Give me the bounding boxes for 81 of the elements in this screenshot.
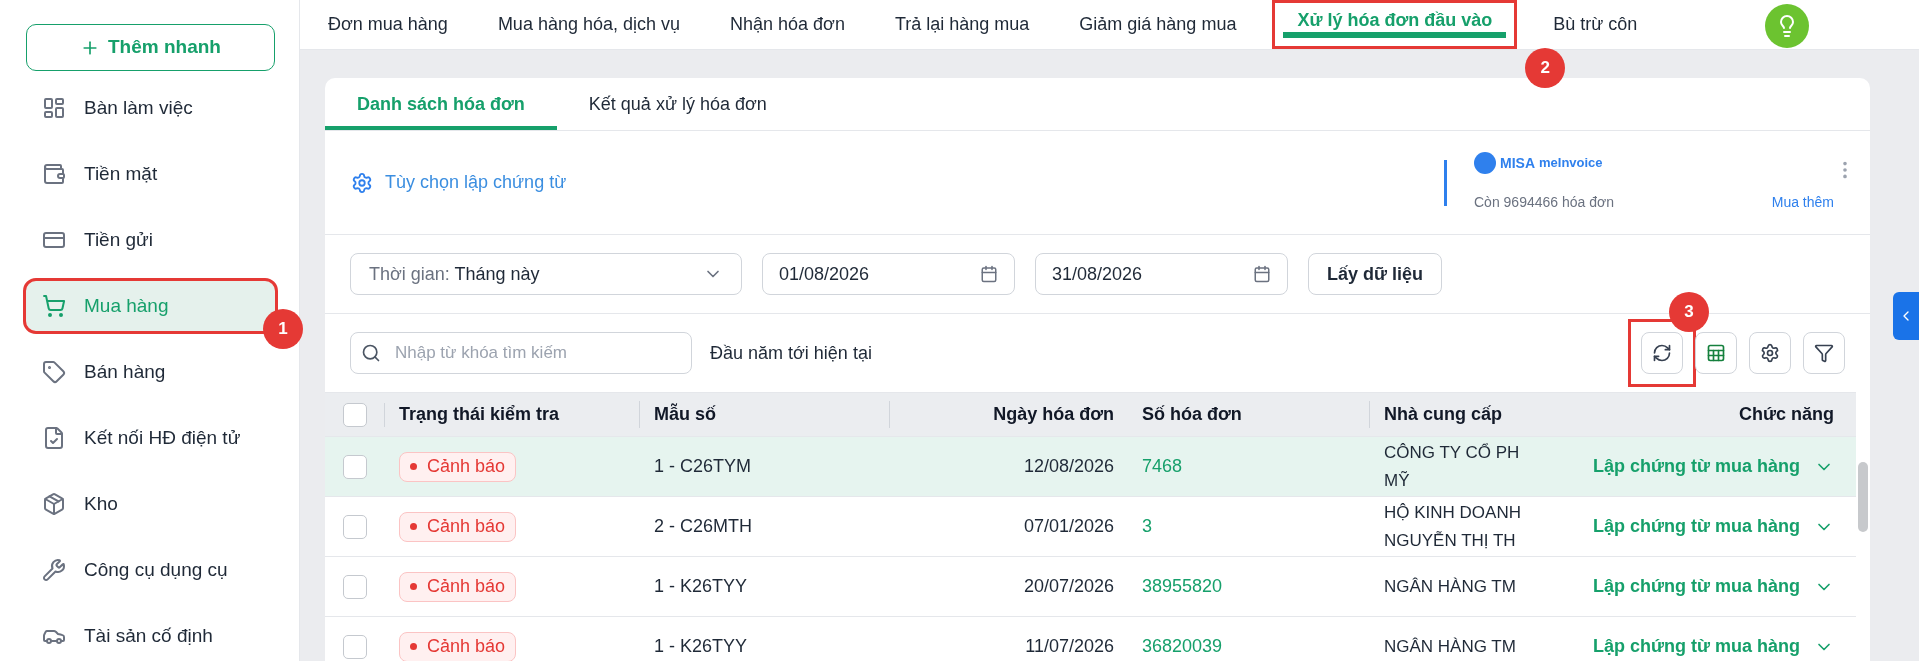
nav-tab[interactable]: Trả lại hàng mua [880, 0, 1044, 49]
buy-more-link[interactable]: Mua thêm [1771, 192, 1834, 213]
lightbulb-icon[interactable] [1765, 4, 1809, 48]
callout-badge: 3 [1669, 292, 1709, 332]
table-cell-text: NGÂN HÀNG TM [1383, 635, 1517, 658]
column-header: Mẫu số [640, 401, 890, 428]
refresh-button[interactable] [1641, 332, 1683, 374]
box-icon [42, 492, 66, 516]
table-cell-text: 11/07/2026 [1024, 635, 1115, 658]
table-cell-text: NGÂN HÀNG TM [1383, 575, 1517, 598]
table-row[interactable]: Cảnh báo 1 - C26TYM 12/08/2026 7468 CÔNG TY CỔ PH MỸ Lập chứng từ mua hàng [325, 437, 1856, 497]
invoice-logo-icon [1474, 152, 1496, 174]
product-name: meInvoice [1539, 154, 1603, 173]
sidebar-item[interactable]: Kết nối HĐ điện tử [26, 413, 275, 463]
settings-button[interactable] [1749, 332, 1791, 374]
callout-badge: 2 [1525, 48, 1566, 88]
sidebar-item[interactable]: Bàn làm việc [26, 83, 275, 133]
date-field[interactable]: 01/08/2026 [762, 253, 1015, 295]
dashboard-icon [42, 96, 66, 120]
table-cell-text: 12/08/2026 [1022, 455, 1115, 478]
column-header: Số hóa đơn [1128, 401, 1370, 428]
search-input[interactable]: Nhập từ khóa tìm kiếm [395, 340, 665, 366]
row-checkbox[interactable] [343, 514, 367, 539]
sidebar-item[interactable]: Công cụ dụng cụ [26, 545, 275, 595]
table-cell-text: 2 - C26MTH [653, 515, 753, 538]
nav-tab[interactable]: Giảm giá hàng mua [1065, 0, 1251, 49]
table-cell-text: 1 - K26TYY [653, 635, 749, 658]
export-excel-button[interactable] [1695, 332, 1737, 374]
status-tag: Cảnh báo [399, 631, 517, 661]
cart-icon [42, 294, 66, 318]
sidebar-item[interactable]: Kho [26, 479, 275, 529]
refresh-icon [1652, 343, 1672, 363]
search-icon [361, 343, 381, 363]
column-header: Trạng thái kiểm tra [385, 401, 640, 428]
status-tag: Cảnh báo [399, 511, 517, 542]
column-header: Nhà cung cấp [1383, 403, 1504, 426]
status-tag: Cảnh báo [399, 451, 517, 482]
sidebar-item[interactable]: Tiền mặt [26, 149, 275, 199]
settings-icon [351, 171, 373, 194]
select-all-checkbox[interactable] [342, 402, 367, 427]
column-header: Ngày hóa đơn [992, 403, 1115, 426]
row-checkbox[interactable] [343, 634, 367, 659]
table-cell-text: 1 - K26TYY [653, 575, 749, 598]
table-cell-text: HỘ KINH DOANH NGUYỄN THỊ TH [1383, 501, 1522, 552]
date-field[interactable]: 31/08/2026 [1035, 253, 1288, 295]
table-cell-text: 1 - C26TYM [653, 455, 753, 478]
date-range-label: Đầu năm tới hiện tại [710, 341, 872, 365]
wrench-icon [42, 558, 66, 582]
table-cell-text: CÔNG TY CỔ PH MỸ [1383, 441, 1521, 492]
nav-tab[interactable]: Mua hàng hóa, dịch vụ [483, 0, 694, 49]
table-cell-text: 20/07/2026 [1022, 575, 1115, 598]
period-select[interactable]: Thời gian: Tháng này [350, 253, 742, 295]
remaining-count: Còn 9694466 hóa đơn [1474, 193, 1614, 212]
table-cell-text: 07/01/2026 [1022, 515, 1115, 538]
voucher-options-link[interactable]: Tùy chọn lập chứng từ [385, 169, 567, 196]
calendar-icon [980, 265, 998, 283]
search-field[interactable]: Nhập từ khóa tìm kiếm [350, 332, 692, 374]
fetch-data-button[interactable]: Lấy dữ liệu [1308, 253, 1443, 295]
filter-button[interactable] [1803, 332, 1845, 374]
list-tab[interactable]: Kết quả xử lý hóa đơn [556, 78, 799, 130]
row-checkbox[interactable] [343, 574, 367, 599]
nav-tab[interactable]: Nhận hóa đơn [716, 0, 859, 49]
calendar-icon [1253, 265, 1271, 283]
scrollbar[interactable] [1858, 462, 1868, 532]
brand-name: MISA [1500, 153, 1535, 173]
status-tag: Cảnh báo [399, 571, 517, 602]
filter-icon [1814, 343, 1834, 363]
row-checkbox[interactable] [343, 454, 367, 479]
spreadsheet-icon [1706, 343, 1726, 363]
settings-icon [1760, 343, 1780, 363]
nav-tab[interactable]: Bù trừ côn [1539, 0, 1652, 49]
sidebar-item[interactable]: Bán hàng [26, 347, 275, 397]
collapse-panel-button[interactable] [1893, 292, 1919, 340]
sidebar-item[interactable]: Tài sản cố định [26, 611, 275, 661]
tag-icon [42, 360, 66, 384]
callout-badge: 1 [263, 309, 303, 349]
nav-tab[interactable]: Đơn mua hàng [314, 0, 462, 49]
wallet-icon [42, 162, 66, 186]
column-header: Chức năng [1737, 403, 1835, 426]
document-check-icon [42, 426, 66, 450]
sidebar-item[interactable]: Tiền gửi [26, 215, 275, 265]
